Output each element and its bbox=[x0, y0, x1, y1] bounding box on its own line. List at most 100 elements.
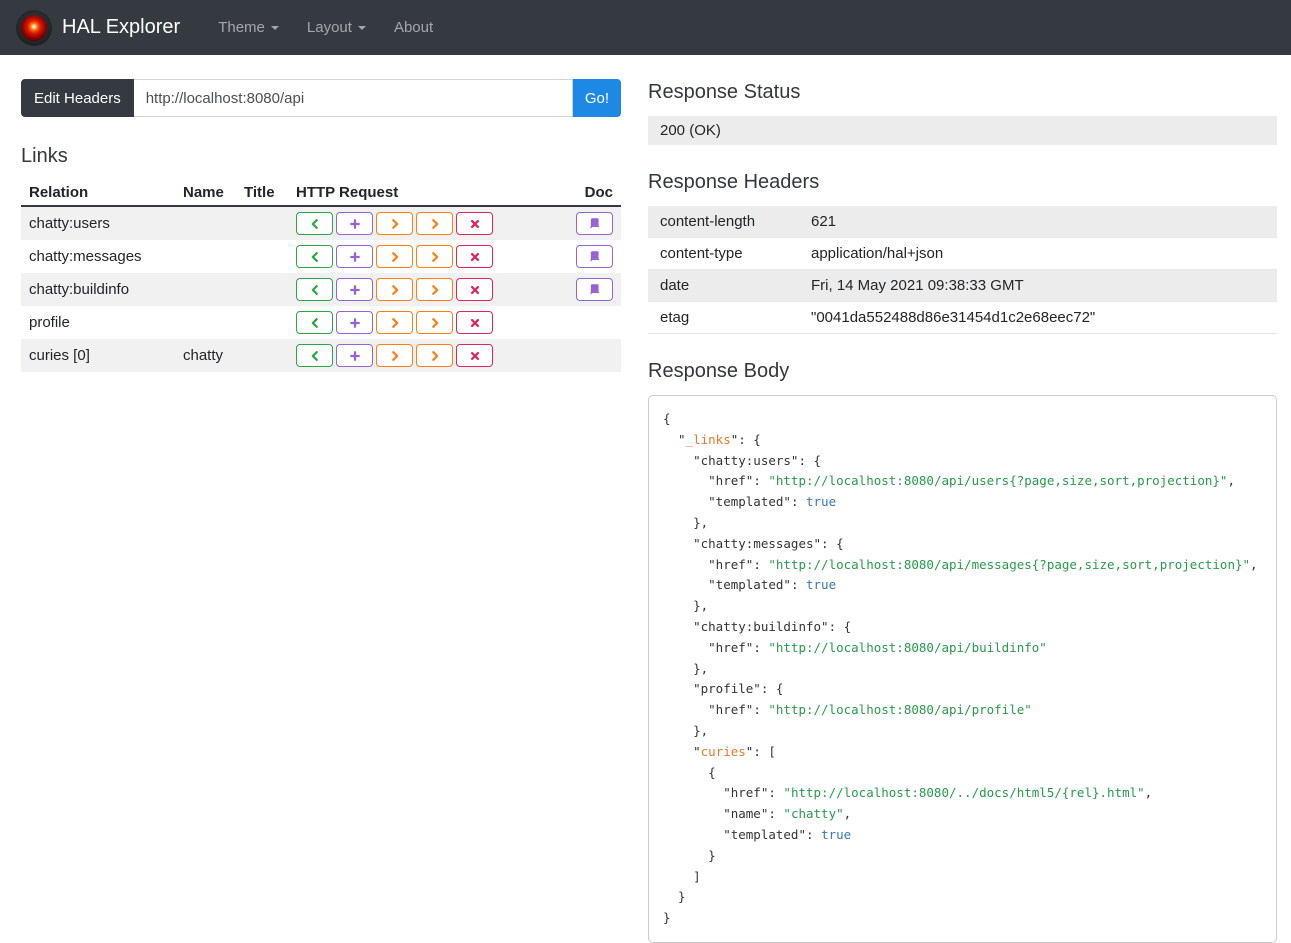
doc-button[interactable] bbox=[576, 278, 613, 301]
json-line: "href": "http://localhost:8080/api/messa… bbox=[663, 556, 1258, 572]
json-line: }, bbox=[663, 514, 709, 530]
response-header-row: content-type application/hal+json bbox=[648, 237, 1277, 270]
json-line: "href": "http://localhost:8080/api/profi… bbox=[663, 702, 1032, 718]
chevron-left-icon bbox=[311, 251, 318, 262]
chevron-right-icon bbox=[391, 218, 398, 229]
column-header-relation: Relation bbox=[21, 180, 175, 207]
name-cell: chatty bbox=[183, 347, 224, 364]
edit-headers-button[interactable]: Edit Headers bbox=[21, 79, 134, 117]
x-icon bbox=[470, 219, 479, 228]
doc-button[interactable] bbox=[576, 245, 613, 268]
patch-request-button[interactable] bbox=[416, 278, 453, 301]
chevron-right-icon bbox=[431, 218, 438, 229]
chevron-left-icon bbox=[311, 218, 318, 229]
put-request-button[interactable] bbox=[376, 212, 413, 235]
nav-item-layout[interactable]: Layout bbox=[295, 11, 378, 44]
json-line: ] bbox=[663, 868, 701, 884]
json-line: "href": "http://localhost:8080/../docs/h… bbox=[663, 785, 1153, 801]
links-table-header-row: Relation Name Title HTTP Request Doc bbox=[21, 180, 621, 207]
x-icon bbox=[470, 252, 479, 261]
json-line: "profile": { bbox=[663, 681, 784, 697]
name-cell bbox=[175, 206, 236, 240]
main-content: Edit Headers Go! Links Relation Name Tit… bbox=[0, 55, 1291, 943]
get-request-button[interactable] bbox=[296, 212, 333, 235]
put-request-button[interactable] bbox=[376, 311, 413, 334]
response-body-title: Response Body bbox=[648, 360, 790, 382]
put-request-button[interactable] bbox=[376, 344, 413, 367]
nav-item-theme[interactable]: Theme bbox=[206, 11, 291, 44]
http-request-cell bbox=[288, 306, 560, 339]
delete-request-button[interactable] bbox=[456, 278, 493, 301]
header-key: content-length bbox=[648, 206, 799, 238]
response-header-row: date Fri, 14 May 2021 09:38:33 GMT bbox=[648, 269, 1277, 302]
post-request-button[interactable] bbox=[336, 278, 373, 301]
chevron-right-icon bbox=[431, 350, 438, 361]
link-row: profile bbox=[21, 306, 621, 339]
post-request-button[interactable] bbox=[336, 212, 373, 235]
chevron-right-icon bbox=[391, 284, 398, 295]
response-headers-title: Response Headers bbox=[648, 171, 820, 193]
response-status-title: Response Status bbox=[648, 81, 801, 103]
link-row: chatty:buildinfo bbox=[21, 273, 621, 306]
header-key: etag bbox=[648, 301, 799, 334]
name-cell bbox=[175, 240, 236, 273]
chevron-right-icon bbox=[431, 317, 438, 328]
link-row: curies [0] chatty bbox=[21, 339, 621, 372]
get-request-button[interactable] bbox=[296, 311, 333, 334]
doc-button[interactable] bbox=[576, 212, 613, 235]
http-request-cell bbox=[288, 273, 560, 306]
go-button[interactable]: Go! bbox=[572, 79, 621, 117]
delete-request-button[interactable] bbox=[456, 344, 493, 367]
url-input[interactable] bbox=[133, 79, 573, 117]
x-icon bbox=[470, 285, 479, 294]
put-request-button[interactable] bbox=[376, 245, 413, 268]
doc-cell bbox=[560, 306, 621, 339]
chevron-left-icon bbox=[311, 317, 318, 328]
book-icon bbox=[590, 251, 600, 262]
link-row: chatty:users bbox=[21, 206, 621, 240]
chevron-right-icon bbox=[431, 251, 438, 262]
chevron-right-icon bbox=[391, 251, 398, 262]
doc-cell bbox=[560, 240, 621, 273]
header-key: date bbox=[648, 269, 799, 302]
header-value: application/hal+json bbox=[799, 237, 1277, 270]
book-icon bbox=[590, 218, 600, 229]
patch-request-button[interactable] bbox=[416, 344, 453, 367]
patch-request-button[interactable] bbox=[416, 245, 453, 268]
get-request-button[interactable] bbox=[296, 278, 333, 301]
hal-9000-eye-icon bbox=[16, 9, 52, 46]
http-request-cell bbox=[288, 339, 560, 372]
header-value: "0041da552488d86e31454d1c2e68eec72" bbox=[799, 301, 1277, 334]
brand-link[interactable]: HAL Explorer bbox=[62, 16, 180, 39]
json-line: "href": "http://localhost:8080/api/build… bbox=[663, 639, 1047, 655]
put-request-button[interactable] bbox=[376, 278, 413, 301]
name-cell bbox=[175, 306, 236, 339]
links-table: Relation Name Title HTTP Request Doc cha… bbox=[21, 180, 621, 372]
post-request-button[interactable] bbox=[336, 311, 373, 334]
chevron-right-icon bbox=[391, 317, 398, 328]
title-cell bbox=[236, 240, 288, 273]
name-cell bbox=[175, 273, 236, 306]
column-header-doc: Doc bbox=[560, 180, 621, 207]
json-line: "chatty:users": { bbox=[663, 452, 822, 468]
delete-request-button[interactable] bbox=[456, 245, 493, 268]
links-table-body: chatty:users chatty:messages chatty:buildi… bbox=[21, 206, 621, 372]
links-section-title: Links bbox=[21, 145, 68, 167]
post-request-button[interactable] bbox=[336, 344, 373, 367]
nav-item-about[interactable]: About bbox=[382, 11, 445, 44]
column-header-http-request: HTTP Request bbox=[288, 180, 560, 207]
navbar-menu: Theme Layout About bbox=[206, 11, 445, 44]
json-line: }, bbox=[663, 598, 709, 614]
delete-request-button[interactable] bbox=[456, 212, 493, 235]
patch-request-button[interactable] bbox=[416, 212, 453, 235]
get-request-button[interactable] bbox=[296, 344, 333, 367]
response-body-json: { "_links": { "chatty:users": { "href": … bbox=[648, 395, 1277, 943]
request-bar: Edit Headers Go! bbox=[21, 79, 621, 117]
post-request-button[interactable] bbox=[336, 245, 373, 268]
title-cell bbox=[236, 339, 288, 372]
title-cell bbox=[236, 206, 288, 240]
delete-request-button[interactable] bbox=[456, 311, 493, 334]
get-request-button[interactable] bbox=[296, 245, 333, 268]
patch-request-button[interactable] bbox=[416, 311, 453, 334]
json-line: "chatty:messages": { bbox=[663, 535, 844, 551]
